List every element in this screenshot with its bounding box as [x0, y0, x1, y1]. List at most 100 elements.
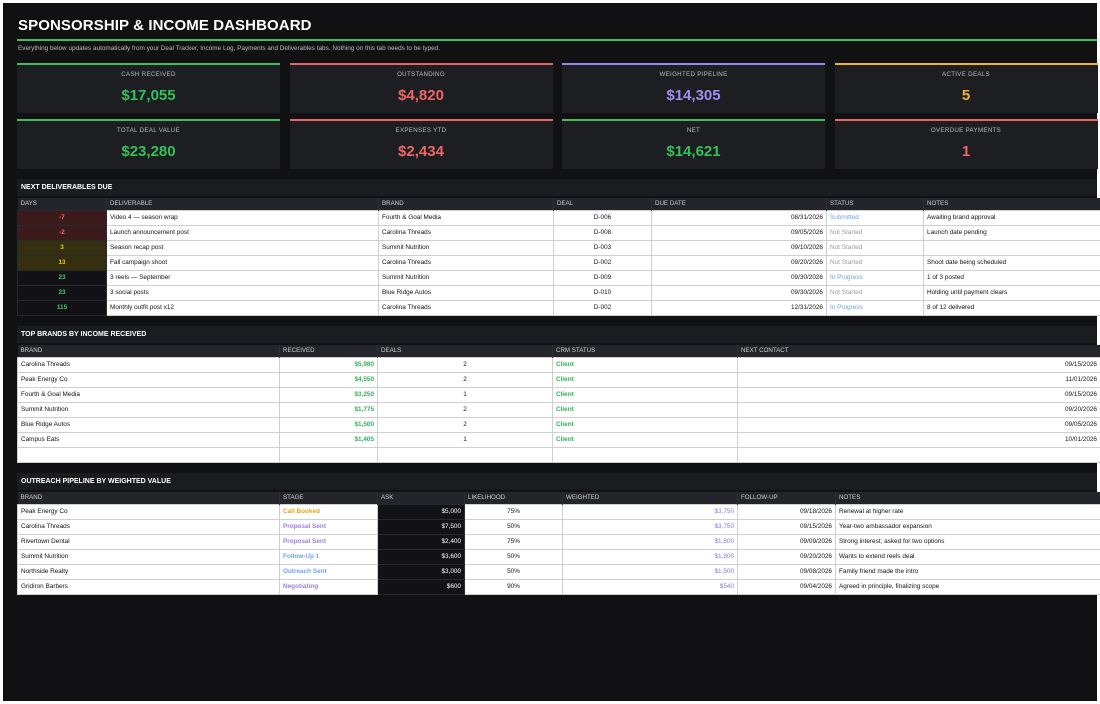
follow-up-cell: 09/04/2026: [737, 578, 836, 595]
column-header-stage: STAGE: [279, 492, 378, 504]
notes-cell: Launch date pending: [923, 224, 1100, 241]
dashboard-sheet: SPONSORSHIP & INCOME DASHBOARD Everythin…: [3, 3, 1100, 701]
table-row: 13 Fall campaign shoot Carolina Threads D-0…: [17, 254, 1100, 271]
received-cell: $3,250: [279, 386, 378, 403]
brand-cell: Peak Energy Co: [17, 503, 280, 520]
page-title: SPONSORSHIP & INCOME DASHBOARD: [18, 17, 312, 34]
stage-cell: Proposal Sent: [279, 533, 378, 550]
stage-cell: Follow-Up 1: [279, 548, 378, 565]
deal-cell: D-010: [553, 284, 652, 301]
notes-cell: Year-two ambassador expansion: [835, 518, 1100, 535]
brand-cell: Northside Realty: [17, 563, 280, 580]
stage-cell: Proposal Sent: [279, 518, 378, 535]
next-contact-cell: 09/15/2026: [737, 386, 1100, 403]
follow-up-cell: 09/15/2026: [737, 518, 836, 535]
column-header-notes: NOTES: [923, 198, 1100, 210]
notes-cell: Shoot date being scheduled: [923, 254, 1100, 271]
table-row: [17, 446, 1100, 463]
brand-cell: Carolina Threads: [17, 356, 280, 373]
likelihood-cell: 50%: [464, 518, 563, 535]
brand-cell: Blue Ridge Autos: [17, 416, 280, 433]
deliverable-cell: Video 4 — season wrap: [106, 209, 379, 226]
column-header-crm-status: CRM STATUS: [552, 345, 738, 357]
due-date-cell: 09/30/2026: [651, 269, 827, 286]
table-row: Blue Ridge Autos $1,500 2 Client 09/05/2026: [17, 416, 1100, 433]
brand-cell: Gridiron Barbers: [17, 578, 280, 595]
brand-cell: Summit Nutrition: [378, 239, 554, 256]
due-date-cell: 09/30/2026: [651, 284, 827, 301]
received-cell: $1,500: [279, 416, 378, 433]
brand-cell: Summit Nutrition: [378, 269, 554, 286]
days-cell: 115: [17, 299, 107, 316]
likelihood-cell: 50%: [464, 548, 563, 565]
kpi-value: $4,820: [398, 87, 444, 104]
follow-up-cell: 09/08/2026: [737, 563, 836, 580]
kpi-label: TOTAL DEAL VALUE: [116, 127, 181, 134]
follow-up-cell: 09/18/2026: [737, 503, 836, 520]
notes-cell: 8 of 12 delivered: [923, 299, 1100, 316]
deals-cell: 1: [377, 431, 553, 448]
deals-cell: 2: [377, 371, 553, 388]
status-cell: Not Started: [826, 224, 924, 241]
column-header-next-contact: NEXT CONTACT: [737, 345, 1100, 357]
title-underline: [17, 39, 1097, 41]
column-header-brand: BRAND: [17, 492, 280, 504]
notes-cell: Agreed in principle, finalizing scope: [835, 578, 1100, 595]
table-row: Northside Realty Outreach Sent $3,000 50% $1…: [17, 563, 1100, 580]
status-cell: Not Started: [826, 254, 924, 271]
table-row: Campus Eats $1,405 1 Client 10/01/2026: [17, 431, 1100, 448]
kpi-label: OVERDUE PAYMENTS: [930, 127, 1002, 134]
notes-cell: Strong interest; asked for two options: [835, 533, 1100, 550]
brand-cell: Summit Nutrition: [17, 401, 280, 418]
table-row: Peak Energy Co Call Booked $5,000 75% $3,750…: [17, 503, 1100, 520]
ask-cell: $2,400: [377, 533, 465, 550]
kpi-label: OUTSTANDING: [397, 71, 445, 78]
days-cell: -2: [17, 224, 107, 241]
crm-status-cell: Client: [552, 371, 738, 388]
table-row: 23 3 social posts Blue Ridge Autos D-010 09/…: [17, 284, 1100, 301]
deliverable-cell: Launch announcement post: [106, 224, 379, 241]
deliverable-cell: 3 social posts: [106, 284, 379, 301]
days-cell: -7: [17, 209, 107, 226]
due-date-cell: 09/10/2026: [651, 239, 827, 256]
table-row: Fourth & Goal Media $3,250 1 Client 09/15/20…: [17, 386, 1100, 403]
brand-cell: Fourth & Goal Media: [17, 386, 280, 403]
kpi-card-overdue-payments: OVERDUE PAYMENTS 1: [834, 119, 1098, 169]
deal-cell: D-003: [553, 239, 652, 256]
kpi-card-net: NET $14,621: [562, 119, 825, 169]
kpi-label: EXPENSES YTD: [395, 127, 447, 134]
deal-cell: D-002: [553, 254, 652, 271]
days-cell: 23: [17, 284, 107, 301]
column-header-deal: DEAL: [553, 198, 652, 210]
kpi-card-total-deal-value: TOTAL DEAL VALUE $23,280: [17, 119, 280, 169]
received-cell: $1,775: [279, 401, 378, 418]
kpi-card-expenses-ytd: EXPENSES YTD $2,434: [289, 119, 553, 169]
brand-cell: Rivertown Dental: [17, 533, 280, 550]
next-contact-cell: 11/01/2026: [737, 371, 1100, 388]
crm-status-cell: Client: [552, 401, 738, 418]
crm-status-cell: Client: [552, 386, 738, 403]
due-date-cell: 09/20/2026: [651, 254, 827, 271]
column-header-brand: BRAND: [17, 345, 280, 357]
column-header-follow-up: FOLLOW-UP: [737, 492, 836, 504]
ask-cell: $7,500: [377, 518, 465, 535]
kpi-label: CASH RECEIVED: [121, 71, 176, 78]
table-row: Peak Energy Co $4,550 2 Client 11/01/2026: [17, 371, 1100, 388]
kpi-value: $23,280: [121, 143, 176, 160]
table-row: -7 Video 4 — season wrap Fourth & Goal Med…: [17, 209, 1100, 226]
brand-cell: Carolina Threads: [378, 224, 554, 241]
column-header-due-date: DUE DATE: [651, 198, 827, 210]
table-row: 115 Monthly outfit post x12 Carolina Threa…: [17, 299, 1100, 316]
brand-cell: Campus Eats: [17, 431, 280, 448]
pipeline-table: BRAND STAGE ASK LIKELIHOOD WEIGHTED FOLLOW-UP…: [17, 492, 1100, 595]
column-header-received: RECEIVED: [279, 345, 378, 357]
kpi-value: 5: [961, 87, 971, 104]
weighted-cell: $1,800: [562, 533, 738, 550]
brand-cell: Summit Nutrition: [17, 548, 280, 565]
received-cell: $5,980: [279, 356, 378, 373]
stage-cell: Outreach Sent: [279, 563, 378, 580]
likelihood-cell: 75%: [464, 503, 563, 520]
deliverable-cell: Fall campaign shoot: [106, 254, 379, 271]
deliverable-cell: Monthly outfit post x12: [106, 299, 379, 316]
kpi-label: ACTIVE DEALS: [942, 71, 990, 78]
